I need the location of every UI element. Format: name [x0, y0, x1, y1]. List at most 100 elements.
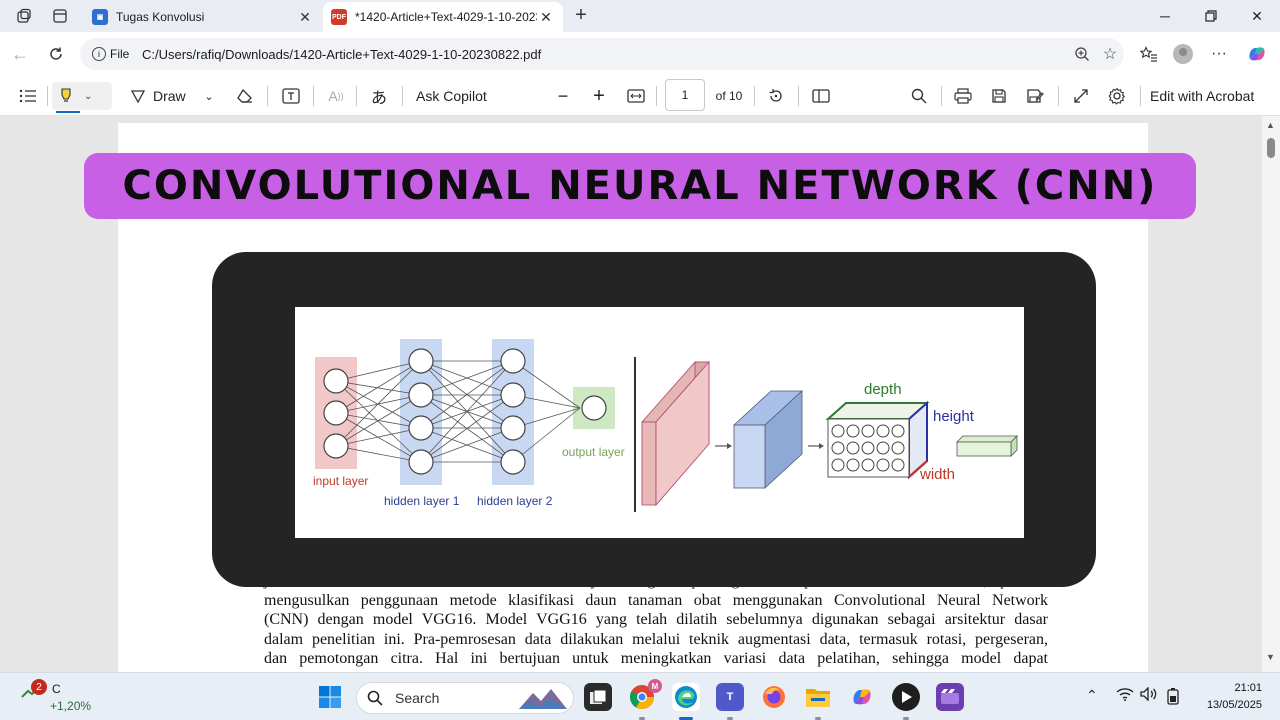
page-number-input[interactable]: 1 [665, 79, 705, 111]
workspaces-icon[interactable] [10, 4, 38, 28]
profile-avatar[interactable] [1168, 40, 1198, 68]
tab-title: Tugas Konvolusi [116, 10, 205, 24]
ask-copilot-button[interactable]: Ask Copilot [416, 82, 496, 110]
task-view-icon[interactable] [584, 683, 612, 711]
toolbar-divider [356, 86, 357, 106]
input-layer-label: input layer [313, 474, 368, 488]
system-clock[interactable]: 21:01 13/05/2025 [1206, 680, 1262, 714]
pdf-favicon-icon: PDF [331, 9, 347, 25]
toolbar-divider [402, 86, 403, 106]
hidden-layer-1-label: hidden layer 1 [384, 494, 460, 508]
weather-temp: C [52, 682, 61, 696]
edge-icon[interactable] [672, 683, 700, 711]
zoom-out-button[interactable]: − [552, 82, 574, 110]
title-banner: CONVOLUTIONAL NEURAL NETWORK (CNN) [84, 153, 1196, 219]
save-icon[interactable] [986, 82, 1012, 110]
start-windows-icon[interactable] [316, 683, 344, 711]
close-tab-icon[interactable]: ✕ [296, 9, 314, 26]
rotate-icon[interactable] [764, 82, 788, 110]
connections [335, 360, 581, 463]
tab-strip: ▣ Tugas Konvolusi ✕ PDF *1420-Article+Te… [0, 0, 1280, 32]
favorite-star-icon[interactable]: ☆ [1096, 40, 1124, 68]
chevron-down-icon[interactable]: ⌄ [200, 82, 218, 110]
chevron-down-icon[interactable]: ⌄ [84, 91, 92, 102]
media-player-icon[interactable] [892, 683, 920, 711]
chrome-icon[interactable]: M [628, 679, 662, 711]
draw-pen-icon[interactable] [128, 82, 148, 110]
favorites-icon[interactable] [1134, 40, 1164, 68]
volume-icon[interactable] [1140, 686, 1158, 704]
read-aloud-icon[interactable]: A)) [324, 82, 348, 110]
width-label: width [919, 466, 955, 483]
copilot-app-icon[interactable] [848, 683, 876, 711]
show-hidden-icons-chevron-icon[interactable]: ⌃ [1086, 687, 1098, 704]
zoom-in-button[interactable]: + [588, 82, 610, 110]
input-slab-edge [641, 421, 657, 506]
close-tab-icon[interactable]: ✕ [537, 9, 555, 26]
battery-icon[interactable] [1166, 687, 1180, 708]
scroll-down-arrow-icon[interactable]: ▼ [1266, 652, 1275, 662]
contents-list-icon[interactable] [14, 82, 42, 110]
site-info-button[interactable]: i File [86, 42, 134, 66]
tab-tugas-konvolusi[interactable]: ▣ Tugas Konvolusi ✕ [84, 2, 322, 32]
arrow-icon [819, 443, 824, 449]
output-layer-label: output layer [562, 445, 625, 459]
restore-button[interactable] [1188, 0, 1234, 32]
back-button[interactable]: ← [6, 40, 34, 68]
more-menu-icon[interactable]: ··· [1204, 40, 1234, 68]
minimize-button[interactable]: ─ [1142, 0, 1188, 32]
search-highlight-mountain-icon [519, 689, 567, 709]
toolbar-divider [47, 86, 48, 106]
search-icon[interactable] [906, 82, 932, 110]
save-as-icon[interactable] [1022, 82, 1048, 110]
info-icon: i [92, 47, 106, 61]
copilot-icon[interactable] [1242, 40, 1272, 68]
teams-icon[interactable]: T [716, 683, 744, 711]
zoom-icon[interactable] [1068, 40, 1096, 68]
notification-badge: 2 [31, 679, 47, 695]
output-bar-top [956, 435, 1018, 443]
url-bar[interactable]: i File C:/Users/rafiq/Downloads/1420-Art… [80, 38, 1124, 70]
taskbar: 2 C +1,20% Search M T ⌃ 21:01 13/05/2025 [0, 672, 1280, 720]
eraser-icon[interactable] [232, 82, 258, 110]
wifi-icon[interactable] [1116, 687, 1134, 704]
highlight-button[interactable]: ⌄ [52, 82, 112, 113]
refresh-button[interactable] [42, 40, 70, 68]
fit-to-page-icon[interactable] [624, 82, 648, 110]
output-bar-front [956, 441, 1012, 457]
url-text[interactable]: C:/Users/rafiq/Downloads/1420-Article+Te… [142, 47, 1068, 62]
cnn-figure: input layer hidden layer 1 hidden layer … [295, 307, 1024, 538]
classroom-favicon-icon: ▣ [92, 9, 108, 25]
arrow-icon [727, 443, 732, 449]
clipchamp-icon[interactable] [936, 683, 964, 711]
height-label: height [933, 408, 975, 425]
file-explorer-icon[interactable] [804, 683, 832, 711]
draw-label[interactable]: Draw [153, 82, 193, 110]
scrollbar-thumb[interactable] [1267, 138, 1275, 158]
tab-pdf-article[interactable]: PDF *1420-Article+Text-4029-1-10-2023082… [323, 2, 563, 32]
text-box-icon[interactable] [278, 82, 304, 110]
translate-icon[interactable]: あ [366, 82, 392, 110]
highlighter-icon [61, 88, 71, 102]
vertical-tabs-icon[interactable] [46, 4, 74, 28]
taskbar-search-box[interactable]: Search [356, 682, 574, 714]
new-tab-button[interactable]: + [568, 4, 594, 28]
toolbar-divider [1140, 86, 1141, 106]
edit-with-acrobat-button[interactable]: Edit with Acrobat [1150, 82, 1268, 110]
vertical-scrollbar[interactable]: ▲ ▼ [1262, 116, 1280, 672]
hidden-layer-2-label: hidden layer 2 [477, 494, 553, 508]
firefox-icon[interactable] [760, 683, 788, 711]
fullscreen-icon[interactable] [1068, 82, 1094, 110]
pdf-toolbar: ⌄ Draw ⌄ A)) あ Ask Copilot − + 1 of 10 E… [0, 76, 1280, 116]
scroll-up-arrow-icon[interactable]: ▲ [1266, 120, 1275, 130]
print-icon[interactable] [950, 82, 976, 110]
volume-neurons [831, 424, 905, 472]
page-view-icon[interactable] [808, 82, 834, 110]
text-line: (CNN) dengan model VGG16. Model VGG16 ya… [264, 611, 1048, 628]
close-window-button[interactable]: ✕ [1234, 0, 1280, 32]
file-scheme-label: File [110, 47, 130, 61]
clock-time: 21:01 [1234, 682, 1262, 694]
settings-gear-icon[interactable] [1104, 82, 1130, 110]
cube-front [733, 424, 766, 489]
toolbar-divider [656, 86, 657, 106]
